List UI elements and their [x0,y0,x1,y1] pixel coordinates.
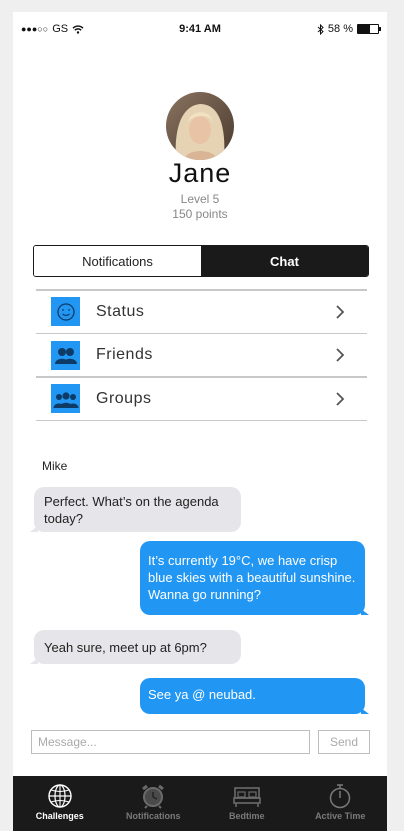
segmented-control: Notifications Chat [33,245,369,277]
menu-list: Status Friends Groups [36,289,367,421]
tab-chat[interactable]: Chat [201,246,368,276]
message-text: It’s currently 19°C, we have crisp blue … [148,553,356,602]
tab-active-time[interactable]: Active Time [294,776,388,831]
bubble-tail [30,658,38,664]
tab-label: Bedtime [228,811,265,821]
globe-icon [48,784,72,808]
send-button[interactable]: Send [318,730,370,754]
tab-notifications[interactable]: Notifications [34,246,201,276]
tab-bar: Challenges Notifications Bedtime Active … [13,776,387,831]
profile-name: Jane [168,158,232,188]
message-text: Perfect. What’s on the agenda today? [44,494,219,526]
chat-sender-name: Mike [42,459,68,473]
status-bar: ●●●○○ GS 9:41 AM 58 % [13,12,387,46]
battery-level [358,25,370,33]
message-text: Yeah sure, meet up at 6pm? [44,640,207,655]
chevron-right-icon [336,304,345,319]
menu-item-groups[interactable]: Groups [36,378,367,420]
battery-icon [357,24,381,34]
smiley-icon [51,297,80,326]
stopwatch-icon [330,784,351,809]
chevron-right-icon [336,391,345,406]
message-bubble-incoming: Perfect. What’s on the agenda today? [30,487,241,532]
bubble-tail [361,708,369,714]
avatar[interactable] [166,92,234,160]
status-right: 58 % [317,23,381,35]
bed-icon [232,787,261,807]
tab-label: Challenges [35,811,84,821]
friends-icon [51,340,80,370]
avatar-image [166,92,234,160]
menu-item-label: Status [96,302,145,320]
menu-item-status[interactable]: Status [36,291,367,333]
menu-item-friends[interactable]: Friends [36,334,367,376]
tab-label: Active Time [315,811,366,821]
groups-icon [51,384,80,413]
menu-item-label: Groups [96,389,152,407]
profile-points: 150 points [172,207,228,221]
divider [36,419,367,421]
message-bubble-outgoing: See ya @ neubad. [140,678,369,714]
profile-level: Level 5 [180,192,220,206]
battery-cap [379,27,381,31]
tab-label: Notifications [125,811,181,821]
chevron-right-icon [336,348,345,362]
phone-screen: ●●●○○ GS 9:41 AM 58 % Jane Level 5 150 p… [13,12,387,831]
alarm-clock-icon [142,784,165,809]
message-text: See ya @ neubad. [148,687,256,702]
bubble-tail [30,526,38,532]
bubble-tail [361,609,369,615]
message-input[interactable] [31,730,310,754]
message-bubble-outgoing: It’s currently 19°C, we have crisp blue … [140,541,369,615]
menu-item-label: Friends [96,346,153,363]
message-bubble-incoming: Yeah sure, meet up at 6pm? [30,630,241,664]
tab-notifications-nav[interactable]: Notifications [107,776,201,831]
tab-challenges[interactable]: Challenges [13,776,107,831]
bluetooth-icon [317,23,324,35]
battery-percent: 58 % [327,23,353,35]
tab-bedtime[interactable]: Bedtime [200,776,294,831]
